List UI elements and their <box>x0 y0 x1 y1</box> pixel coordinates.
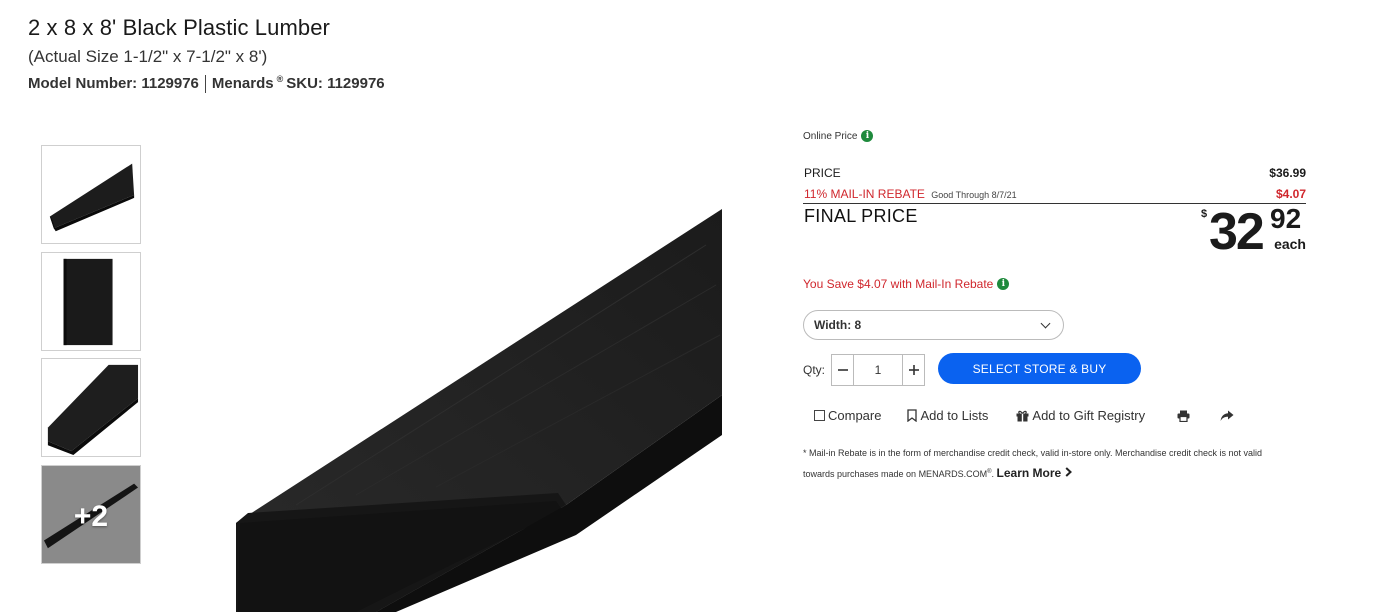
qty-label: Qty: <box>803 363 826 377</box>
gift-icon <box>1016 410 1029 421</box>
plus-icon <box>908 365 919 375</box>
price-value: $36.99 <box>1269 166 1306 180</box>
savings-text: You Save $4.07 with Mail-In Rebate <box>803 277 994 291</box>
learn-more-label: Learn More <box>996 466 1062 480</box>
add-to-lists-button[interactable]: Add to Lists <box>907 408 988 423</box>
thumbnail-more[interactable]: +2 <box>41 465 141 564</box>
online-price-label: Online Price i <box>803 130 1306 142</box>
print-button[interactable] <box>1177 410 1190 422</box>
final-price-whole: 32 <box>1209 203 1265 261</box>
price-label: PRICE <box>804 166 841 180</box>
chevron-down-icon <box>1040 318 1051 328</box>
rebate-good-through: Good Through 8/7/21 <box>931 190 1017 200</box>
board-angled-image <box>49 163 135 232</box>
final-price-cents: 92 <box>1270 203 1302 234</box>
thumbnail-3[interactable] <box>41 358 141 457</box>
quantity-stepper: 1 <box>831 354 925 386</box>
share-icon <box>1220 410 1234 421</box>
sku-number: SKU: 1129976 <box>286 75 385 92</box>
gift-registry-label: Add to Gift Registry <box>1032 408 1146 423</box>
printer-icon <box>1177 410 1190 422</box>
gift-registry-button[interactable]: Add to Gift Registry <box>1016 408 1145 423</box>
thumbnail-2[interactable] <box>41 252 141 351</box>
final-price-unit: each <box>1274 236 1306 252</box>
learn-more-link[interactable]: Learn More <box>997 466 1072 480</box>
board-main-image <box>236 209 722 612</box>
more-images-count: +2 <box>73 500 109 533</box>
separator <box>204 75 206 93</box>
main-product-image[interactable] <box>236 205 722 612</box>
online-price-text: Online Price <box>803 130 858 142</box>
chevron-right-icon <box>1065 467 1072 477</box>
compare-checkbox[interactable] <box>814 410 825 421</box>
savings-info-icon[interactable]: i <box>997 278 1010 290</box>
compare-button[interactable]: Compare <box>814 408 881 423</box>
select-store-buy-button[interactable]: SELECT STORE & BUY <box>938 353 1141 384</box>
price-row: PRICE $36.99 <box>804 166 1306 180</box>
rebate-footnote: * Mail-in Rebate is in the form of merch… <box>803 444 1263 484</box>
rebate-row: 11% MAIL-IN REBATE Good Through 8/7/21 $… <box>804 187 1306 201</box>
width-selected-value: Width: 8 <box>814 318 862 332</box>
model-sku-line: Model Number: 1129976 Menards ® SKU: 112… <box>28 74 385 93</box>
final-price-label: FINAL PRICE <box>804 206 918 226</box>
footnote-period: . <box>991 469 995 479</box>
board-diagonal-image <box>47 364 139 456</box>
minus-icon <box>837 369 848 371</box>
price-panel: Online Price i PRICE $36.99 11% MAIL-IN … <box>803 130 1306 261</box>
model-number: Model Number: 1129976 <box>28 75 199 92</box>
bookmark-icon <box>907 409 918 422</box>
final-price: $ 32 92 each <box>1186 203 1306 263</box>
savings-message: You Save $4.07 with Mail-In Rebate i <box>803 277 1010 291</box>
qty-increment-button[interactable] <box>902 355 924 385</box>
qty-input[interactable]: 1 <box>854 355 902 385</box>
product-title: 2 x 8 x 8' Black Plastic Lumber <box>28 15 330 40</box>
rebate-label: 11% MAIL-IN REBATE <box>804 187 925 201</box>
final-price-currency: $ <box>1201 208 1208 220</box>
rebate-value: $4.07 <box>1275 187 1306 201</box>
brand-name: Menards <box>211 75 274 92</box>
share-button[interactable] <box>1220 410 1234 422</box>
product-actions: Compare Add to Lists Add to Gift Registr… <box>814 408 1234 423</box>
board-face-image <box>63 258 113 346</box>
actual-size: (Actual Size 1-1/2" x 7-1/2" x 8') <box>28 47 268 66</box>
add-to-lists-label: Add to Lists <box>920 408 989 423</box>
registered-mark: ® <box>276 74 284 84</box>
thumbnail-1[interactable] <box>41 145 141 244</box>
info-icon[interactable]: i <box>861 130 874 142</box>
qty-decrement-button[interactable] <box>832 355 854 385</box>
compare-label: Compare <box>828 408 882 423</box>
width-dropdown[interactable]: Width: 8 <box>803 310 1064 340</box>
